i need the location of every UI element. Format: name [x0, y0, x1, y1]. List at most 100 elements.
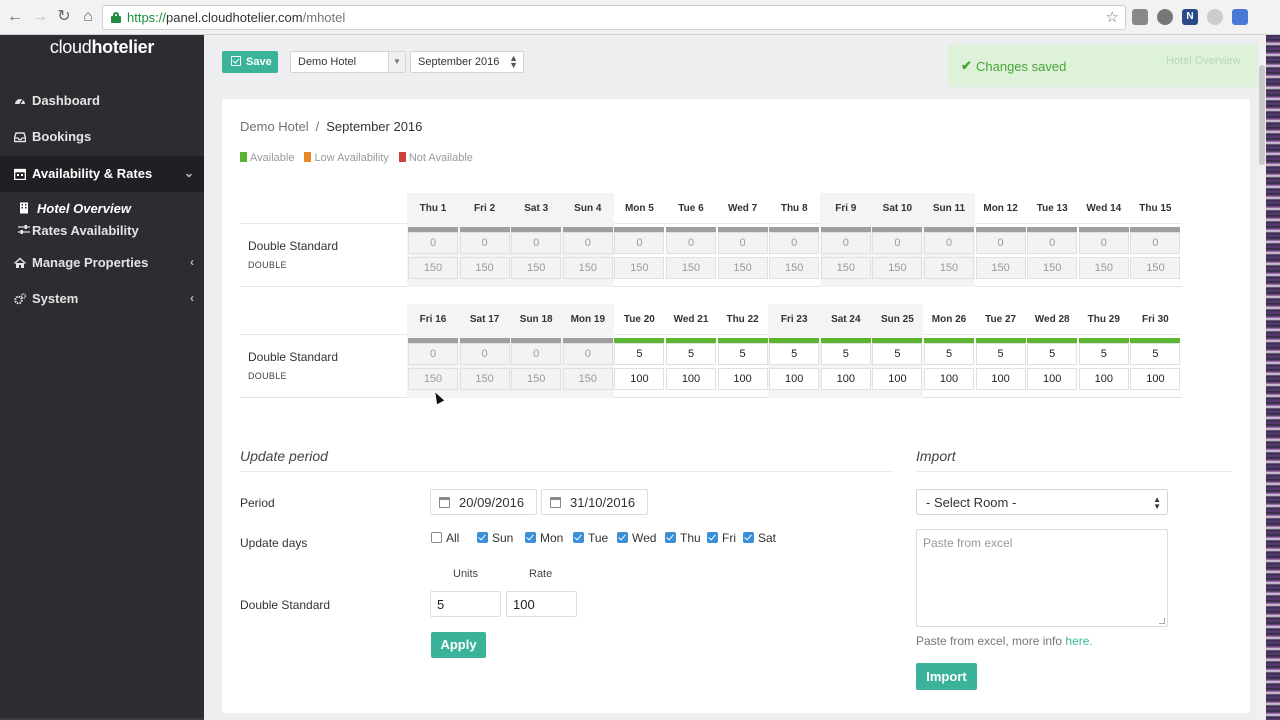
- checkbox-icon[interactable]: [431, 532, 442, 543]
- rate-cell[interactable]: 150: [975, 257, 1026, 279]
- units-cell[interactable]: 0: [769, 232, 820, 254]
- checkbox-icon[interactable]: [477, 532, 488, 543]
- units-cell[interactable]: 0: [975, 232, 1026, 254]
- rate-cell[interactable]: 100: [717, 368, 768, 390]
- checkbox-icon[interactable]: [617, 532, 628, 543]
- units-input[interactable]: 5: [430, 591, 501, 617]
- rate-cell[interactable]: 150: [717, 257, 768, 279]
- checkbox-icon[interactable]: [573, 532, 584, 543]
- rate-cell[interactable]: 150: [1027, 257, 1078, 279]
- units-cell[interactable]: 5: [1078, 343, 1129, 365]
- units-cell[interactable]: 5: [614, 343, 665, 365]
- rate-input[interactable]: 100: [506, 591, 577, 617]
- back-icon[interactable]: ←: [6, 8, 24, 26]
- day-checkbox-thu[interactable]: Thu: [665, 531, 701, 545]
- address-bar[interactable]: https://panel.cloudhotelier.com/mhotel ☆: [102, 5, 1126, 30]
- units-cell[interactable]: 0: [820, 232, 871, 254]
- rate-cell[interactable]: 150: [408, 368, 458, 390]
- rate-cell[interactable]: 150: [1130, 257, 1181, 279]
- units-cell[interactable]: 0: [511, 232, 562, 254]
- checkbox-icon[interactable]: [525, 532, 536, 543]
- units-cell[interactable]: 5: [924, 343, 974, 365]
- rate-cell[interactable]: 150: [562, 368, 613, 390]
- units-cell[interactable]: 0: [562, 232, 613, 254]
- rate-cell[interactable]: 150: [459, 368, 510, 390]
- date-from-input[interactable]: 20/09/2016: [430, 489, 537, 515]
- select-room-dropdown[interactable]: - Select Room - ▲ ▼: [916, 489, 1168, 515]
- units-cell[interactable]: 0: [666, 232, 716, 254]
- sidebar-item-rates-availability[interactable]: Rates Availability: [0, 220, 204, 242]
- rate-cell[interactable]: 150: [820, 257, 871, 279]
- more-info-link[interactable]: here.: [1065, 634, 1092, 648]
- units-cell[interactable]: 0: [408, 232, 458, 254]
- extension-n-icon[interactable]: N: [1182, 9, 1198, 25]
- paste-excel-textarea[interactable]: Paste from excel: [916, 529, 1168, 627]
- rate-cell[interactable]: 100: [820, 368, 871, 390]
- units-cell[interactable]: 5: [1027, 343, 1078, 365]
- rate-cell[interactable]: 100: [666, 368, 716, 390]
- hotel-select[interactable]: Demo Hotel ▼: [290, 51, 406, 73]
- rate-cell[interactable]: 100: [1078, 368, 1129, 390]
- rate-cell[interactable]: 150: [459, 257, 510, 279]
- sidebar-item-system[interactable]: System ‹: [0, 281, 204, 317]
- apply-button[interactable]: Apply: [431, 632, 486, 658]
- rate-cell[interactable]: 150: [408, 257, 458, 279]
- date-to-input[interactable]: 31/10/2016: [541, 489, 648, 515]
- rate-cell[interactable]: 100: [769, 368, 820, 390]
- rate-cell[interactable]: 150: [666, 257, 716, 279]
- units-cell[interactable]: 0: [459, 343, 510, 365]
- units-cell[interactable]: 0: [614, 232, 665, 254]
- page-scrollbar[interactable]: [1258, 35, 1266, 720]
- units-cell[interactable]: 0: [924, 232, 974, 254]
- checkbox-icon[interactable]: [707, 532, 718, 543]
- rate-cell[interactable]: 150: [614, 257, 665, 279]
- home-icon[interactable]: ⌂: [79, 8, 97, 26]
- brand-logo[interactable]: cloudhotelier: [0, 37, 204, 58]
- day-checkbox-fri[interactable]: Fri: [707, 531, 736, 545]
- rate-cell[interactable]: 150: [511, 257, 562, 279]
- units-cell[interactable]: 0: [872, 232, 923, 254]
- rate-cell[interactable]: 100: [1130, 368, 1181, 390]
- day-checkbox-mon[interactable]: Mon: [525, 531, 563, 545]
- rate-cell[interactable]: 150: [769, 257, 820, 279]
- units-cell[interactable]: 5: [1130, 343, 1181, 365]
- units-cell[interactable]: 5: [769, 343, 820, 365]
- rate-cell[interactable]: 150: [924, 257, 974, 279]
- units-cell[interactable]: 5: [666, 343, 716, 365]
- import-button[interactable]: Import: [916, 663, 977, 690]
- units-cell[interactable]: 0: [1078, 232, 1129, 254]
- units-cell[interactable]: 5: [872, 343, 923, 365]
- units-cell[interactable]: 0: [459, 232, 510, 254]
- checkbox-icon[interactable]: [665, 532, 676, 543]
- rate-cell[interactable]: 100: [614, 368, 665, 390]
- forward-icon[interactable]: →: [31, 8, 49, 26]
- translate-icon[interactable]: [1232, 9, 1248, 25]
- units-cell[interactable]: 0: [562, 343, 613, 365]
- rate-cell[interactable]: 100: [924, 368, 974, 390]
- units-cell[interactable]: 0: [1130, 232, 1181, 254]
- sidebar-item-dashboard[interactable]: Dashboard: [0, 83, 204, 119]
- reload-icon[interactable]: ↻: [55, 8, 73, 26]
- rate-cell[interactable]: 150: [1078, 257, 1129, 279]
- bookmark-star-icon[interactable]: ☆: [1106, 8, 1119, 26]
- rate-cell[interactable]: 150: [562, 257, 613, 279]
- sidebar-item-availability-rates[interactable]: Availability & Rates ⌄: [0, 156, 204, 192]
- month-select[interactable]: September 2016 ▲ ▼: [410, 51, 524, 73]
- resize-handle-icon[interactable]: [1159, 618, 1165, 624]
- units-cell[interactable]: 0: [511, 343, 562, 365]
- rate-cell[interactable]: 100: [1027, 368, 1078, 390]
- extension-circle-icon[interactable]: [1207, 9, 1223, 25]
- sidebar-item-bookings[interactable]: Bookings: [0, 119, 204, 155]
- extension-icon[interactable]: [1157, 9, 1173, 25]
- units-cell[interactable]: 0: [1027, 232, 1078, 254]
- checkbox-icon[interactable]: [743, 532, 754, 543]
- rate-cell[interactable]: 150: [872, 257, 923, 279]
- breadcrumb-hotel-link[interactable]: Demo Hotel: [240, 119, 309, 134]
- units-cell[interactable]: 0: [717, 232, 768, 254]
- day-checkbox-tue[interactable]: Tue: [573, 531, 608, 545]
- rate-cell[interactable]: 150: [511, 368, 562, 390]
- day-checkbox-sun[interactable]: Sun: [477, 531, 513, 545]
- day-checkbox-sat[interactable]: Sat: [743, 531, 776, 545]
- units-cell[interactable]: 0: [408, 343, 458, 365]
- units-cell[interactable]: 5: [820, 343, 871, 365]
